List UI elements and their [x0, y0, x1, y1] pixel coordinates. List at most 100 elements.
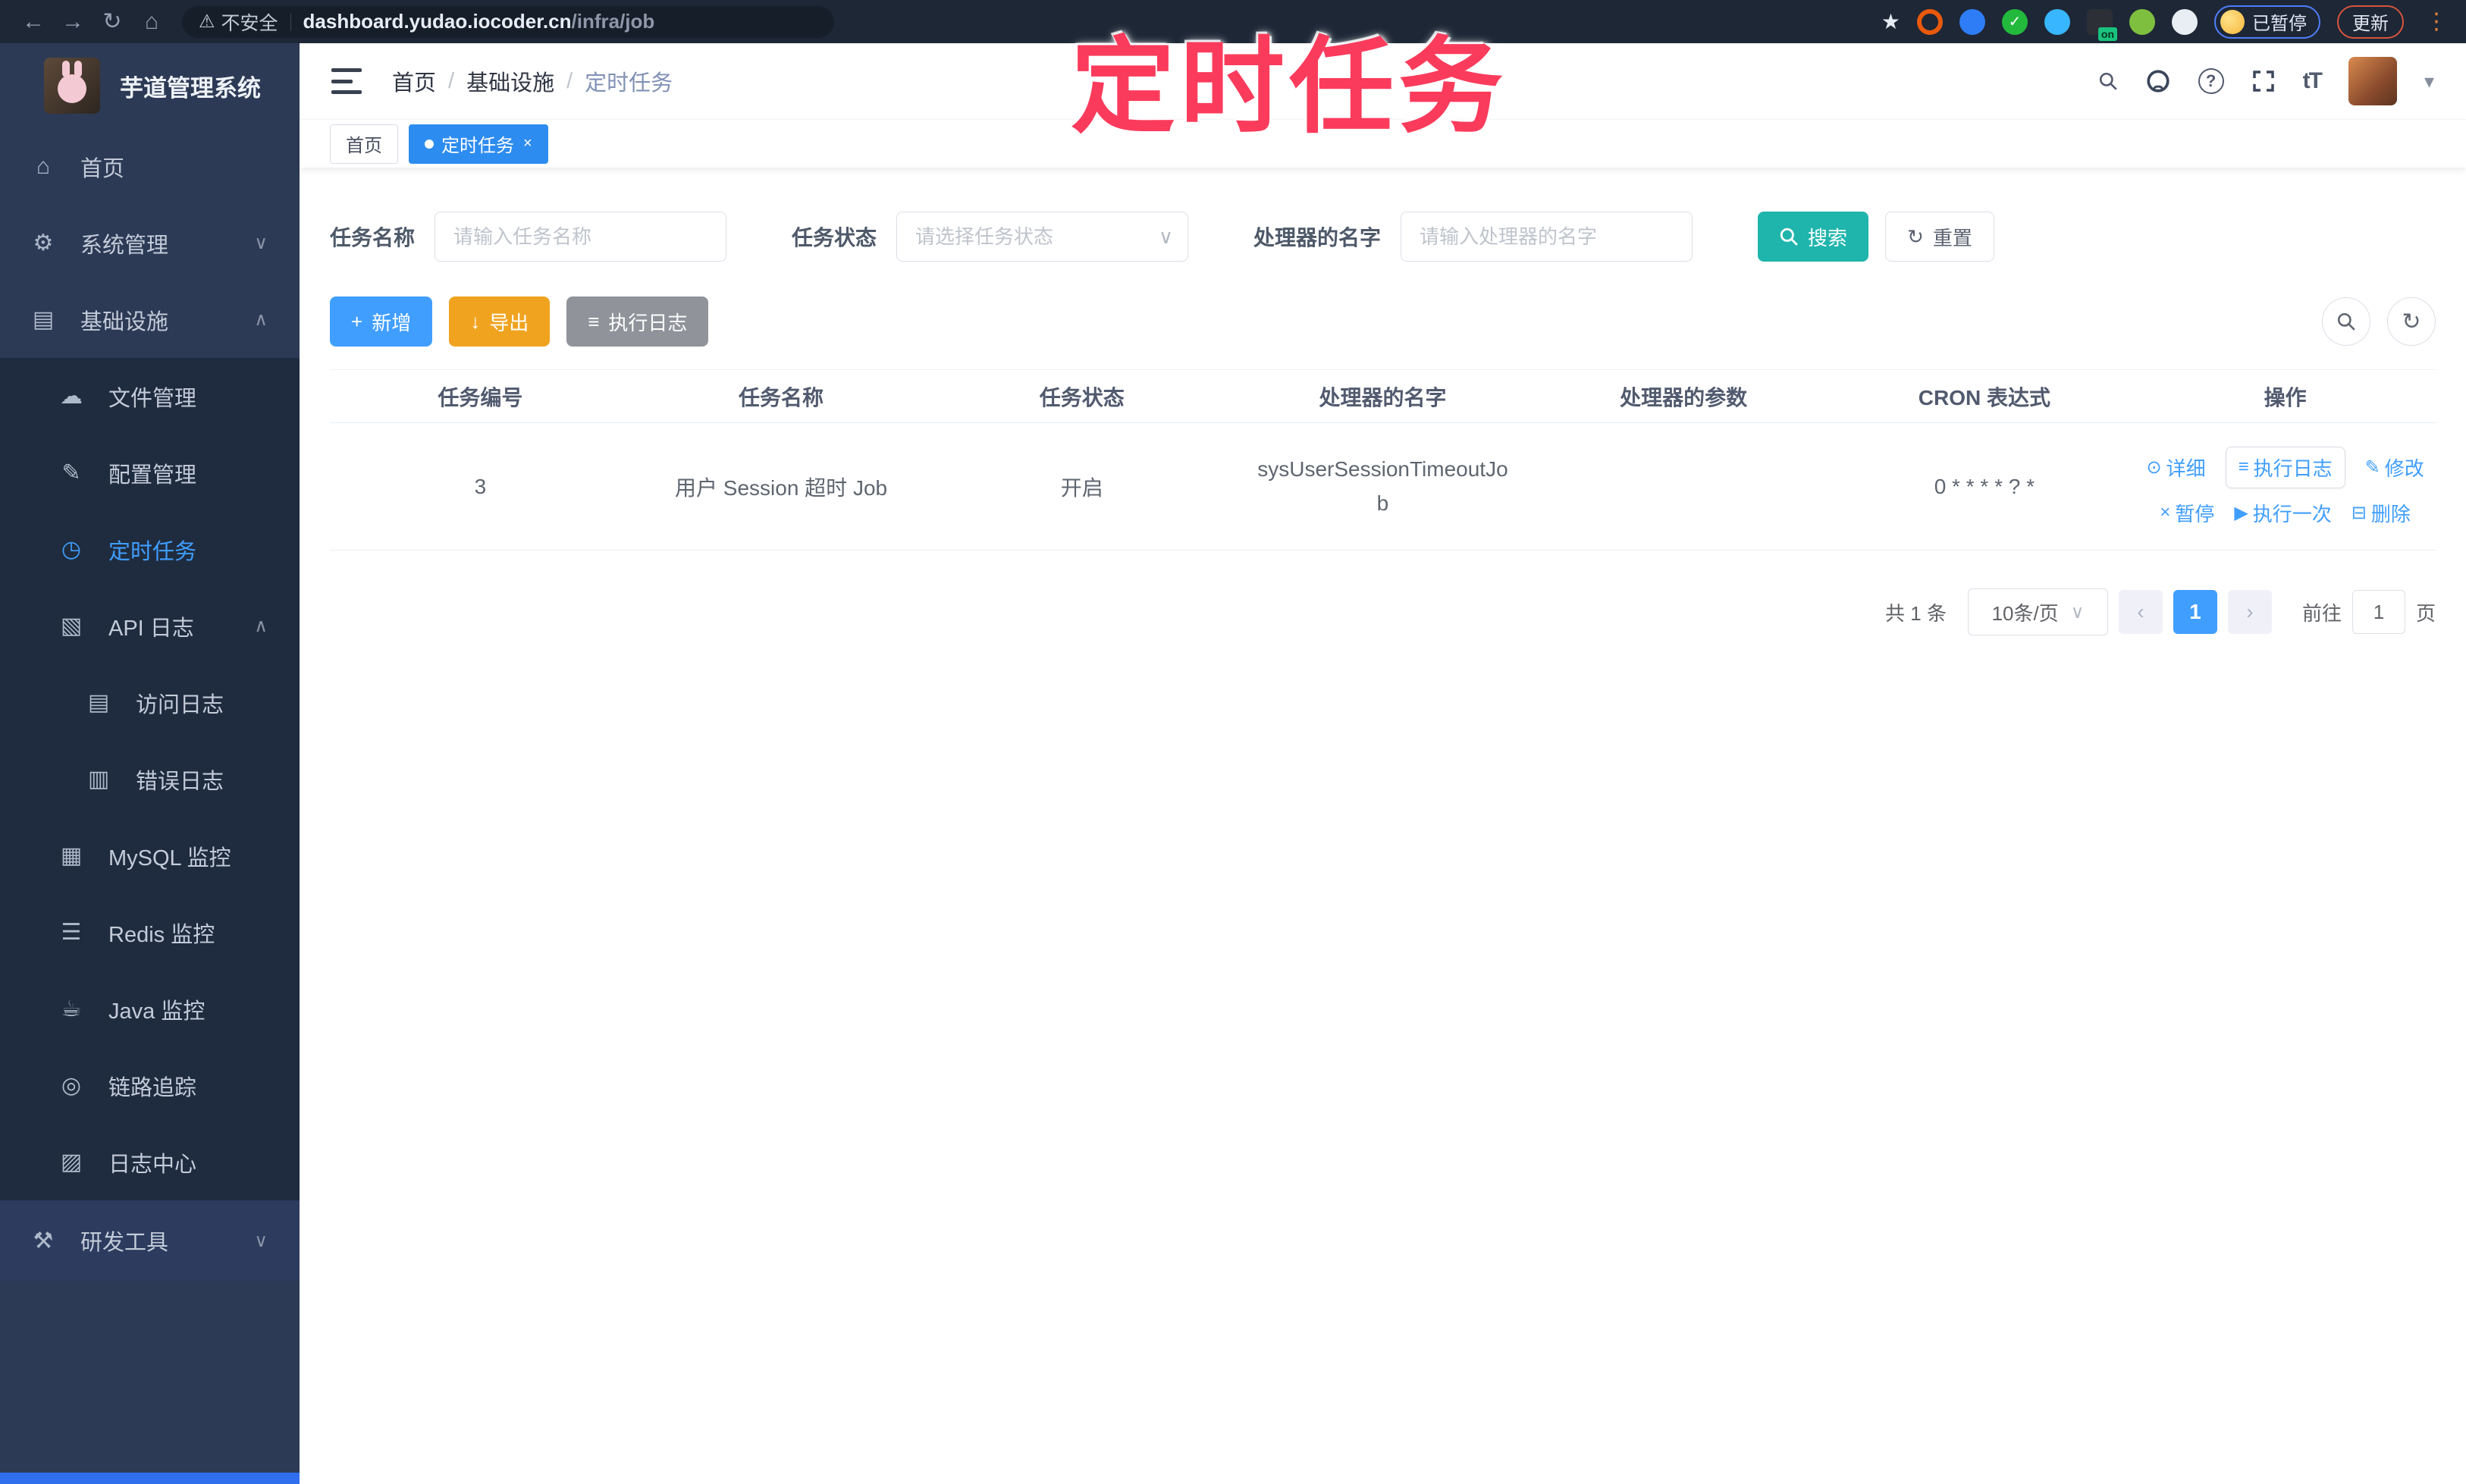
page-unit-label: 页	[2415, 601, 2436, 625]
app-title: 芋道管理系统	[120, 74, 261, 102]
sidebar-item-redis-monitor[interactable]: ☰ Redis 监控	[0, 894, 300, 971]
cell-actions: ⊙ 详细 ≡ 执行日志 ✎ 修改 × 暂停 ▶ 执行一次 ⊟ 删除	[2135, 422, 2436, 551]
extension-orange-icon[interactable]	[1917, 8, 1943, 35]
list-icon: ≡	[588, 309, 600, 333]
refresh-table-button[interactable]: ↻	[2387, 297, 2436, 346]
sidebar-item-config-management[interactable]: ✎ 配置管理	[0, 435, 300, 511]
handler-name-label: 处理器的名字	[1253, 226, 1382, 249]
sidebar-collapse-icon[interactable]	[331, 68, 362, 94]
url-domain: dashboard.yudao.iocoder.cn	[303, 10, 572, 33]
col-job-name: 任务名称	[630, 369, 932, 423]
plus-icon: +	[351, 309, 363, 333]
user-avatar[interactable]	[2348, 57, 2397, 105]
search-button[interactable]: 搜索	[1758, 212, 1869, 262]
total-count: 共 1 条	[1885, 601, 1947, 625]
sidebar-item-file-management[interactable]: ☁ 文件管理	[0, 358, 300, 435]
extension-gem-icon[interactable]	[2044, 8, 2070, 35]
emoji-face-icon	[2220, 9, 2245, 34]
sidebar-item-api-log[interactable]: ▧ API 日志 ∧	[0, 588, 300, 664]
sidebar-item-mysql-monitor[interactable]: ▦ MySQL 监控	[0, 817, 300, 894]
jobs-table: 任务编号 任务名称 任务状态 处理器的名字 处理器的参数 CRON 表达式 操作…	[330, 369, 2436, 551]
toggle-search-button[interactable]	[2322, 297, 2370, 346]
goto-page-input[interactable]	[2351, 590, 2405, 634]
gear-icon: ⚙	[33, 231, 54, 256]
cell-cron: 0 * * * * ? *	[1834, 422, 2135, 551]
sidebar-item-infra[interactable]: ▤ 基础设施 ∧	[0, 281, 300, 358]
tag-close-icon[interactable]: ×	[523, 135, 532, 152]
job-name-label: 任务名称	[330, 226, 416, 249]
pause-link[interactable]: × 暂停	[2160, 499, 2214, 527]
table-header-row: 任务编号 任务名称 任务状态 处理器的名字 处理器的参数 CRON 表达式 操作	[330, 369, 2436, 423]
export-button[interactable]: ↓ 导出	[449, 296, 551, 347]
reset-button[interactable]: ↻ 重置	[1885, 212, 1994, 262]
sidebar-item-home[interactable]: ⌂ 首页	[0, 128, 300, 205]
browser-update-button[interactable]: 更新	[2337, 5, 2404, 39]
active-tag-dot	[425, 139, 434, 149]
next-page-button[interactable]: ›	[2227, 590, 2272, 634]
pause-icon: ×	[2160, 502, 2171, 522]
github-icon[interactable]	[2145, 68, 2171, 94]
add-button[interactable]: + 新增	[330, 296, 433, 347]
font-size-icon[interactable]: tT	[2303, 68, 2323, 94]
app-logo-row[interactable]: 芋道管理系统	[0, 43, 300, 128]
row-execution-log-link[interactable]: ≡ 执行日志	[2225, 446, 2345, 488]
prev-page-button[interactable]: ‹	[2118, 590, 2163, 634]
access-log-icon: ▤	[87, 690, 110, 715]
page-number-button[interactable]: 1	[2173, 590, 2217, 634]
cloud-upload-icon: ☁	[60, 384, 83, 409]
col-cron: CRON 表达式	[1834, 369, 2135, 423]
extensions-puzzle-icon[interactable]	[2172, 8, 2198, 35]
paused-extension-badge[interactable]: 已暂停	[2214, 5, 2320, 39]
browser-reload-button[interactable]: ↻	[93, 8, 132, 35]
app-logo	[44, 58, 100, 114]
filter-form: 任务名称 任务状态 ∨ 处理器的名字 搜索	[330, 212, 2436, 262]
breadcrumb-home[interactable]: 首页	[392, 65, 436, 97]
trash-icon: ⊟	[2351, 502, 2367, 523]
page-size-select[interactable]: 10条/页 ∨	[1967, 588, 2108, 635]
edit-icon: ✎	[61, 460, 81, 485]
breadcrumb-infra[interactable]: 基础设施	[466, 65, 554, 97]
extension-switch-icon[interactable]: on	[2087, 8, 2117, 41]
chevron-up-icon: ∧	[254, 309, 268, 330]
api-log-icon: ▧	[60, 613, 83, 638]
avatar-caret-icon[interactable]: ▾	[2424, 70, 2434, 93]
sidebar-item-devtools[interactable]: ⚒ 研发工具 ∨	[0, 1200, 300, 1281]
modify-link[interactable]: ✎ 修改	[2365, 453, 2424, 482]
sidebar-item-system[interactable]: ⚙ 系统管理 ∨	[0, 205, 300, 281]
job-status-select[interactable]	[896, 212, 1189, 262]
sidebar-item-scheduled-jobs[interactable]: ◷ 定时任务	[0, 511, 300, 588]
table-toolbar: + 新增 ↓ 导出 ≡ 执行日志 ↻	[330, 296, 2436, 347]
sidebar-item-trace[interactable]: ◎ 链路追踪	[0, 1047, 300, 1124]
fullscreen-icon[interactable]	[2251, 69, 2276, 93]
delete-link[interactable]: ⊟ 删除	[2351, 499, 2411, 527]
bookmark-star-icon[interactable]: ★	[1881, 9, 1900, 34]
browser-back-button[interactable]: ←	[14, 9, 53, 35]
address-bar[interactable]: ⚠ 不安全 dashboard.yudao.iocoder.cn /infra/…	[182, 5, 834, 38]
page-annotation: 定时任务	[1071, 29, 1508, 146]
download-icon: ↓	[470, 309, 481, 333]
handler-name-input[interactable]	[1401, 212, 1693, 262]
java-icon: ☕	[61, 996, 82, 1021]
help-icon[interactable]: ?	[2198, 68, 2224, 94]
browser-menu-icon[interactable]: ⋮	[2421, 8, 2452, 35]
tag-scheduled-jobs[interactable]: 定时任务 ×	[409, 124, 548, 164]
sidebar-item-java-monitor[interactable]: ☕ Java 监控	[0, 971, 300, 1047]
sidebar-item-log-center[interactable]: ▨ 日志中心	[0, 1124, 300, 1200]
execution-log-button[interactable]: ≡ 执行日志	[566, 296, 709, 347]
search-icon[interactable]	[2098, 71, 2118, 91]
sidebar-item-error-log[interactable]: ▥ 错误日志	[0, 741, 300, 817]
browser-home-button[interactable]: ⌂	[132, 9, 171, 35]
tag-home[interactable]: 首页	[330, 124, 398, 164]
run-once-link[interactable]: ▶ 执行一次	[2234, 499, 2331, 527]
redis-icon: ☰	[61, 920, 82, 945]
extension-blue-icon[interactable]	[1959, 8, 1985, 35]
url-separator	[290, 12, 291, 31]
job-name-input[interactable]	[435, 212, 727, 262]
extension-leaf-icon[interactable]	[2129, 8, 2155, 35]
extension-green-check-icon[interactable]: ✓	[2002, 8, 2028, 35]
detail-link[interactable]: ⊙ 详细	[2146, 453, 2205, 482]
chevron-down-icon: ∨	[254, 233, 268, 253]
sidebar-item-access-log[interactable]: ▤ 访问日志	[0, 664, 300, 741]
browser-forward-button[interactable]: →	[53, 9, 93, 35]
not-secure-label[interactable]: 不安全	[221, 8, 278, 36]
